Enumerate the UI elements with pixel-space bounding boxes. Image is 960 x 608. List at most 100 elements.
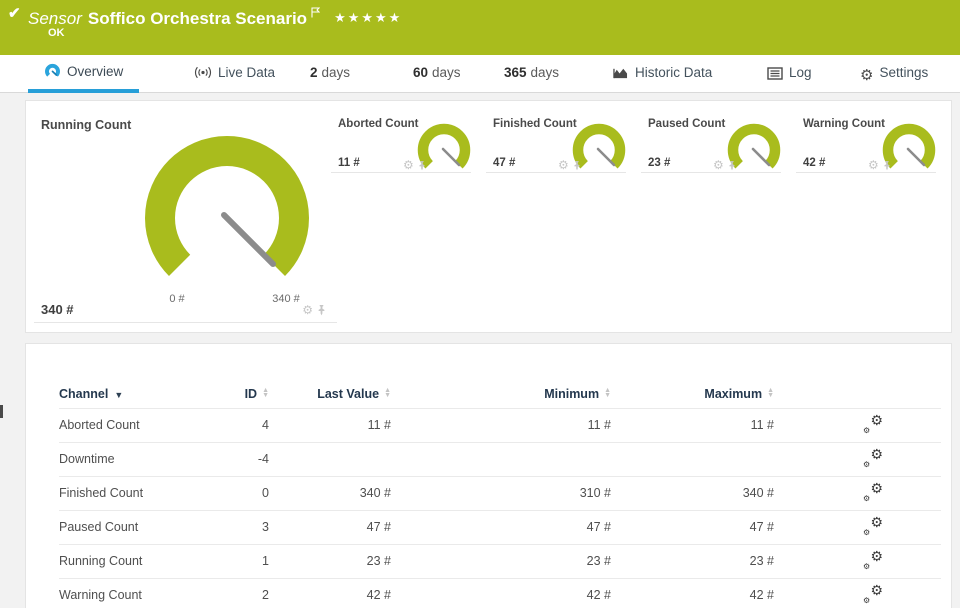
widget-settings-gear-icon[interactable]: ⚙︎ [302, 304, 313, 316]
channel-settings-gears-icon[interactable]: ⚙︎ ⚙︎ [863, 480, 883, 503]
channel-settings-gears-icon[interactable]: ⚙︎ ⚙︎ [863, 446, 883, 469]
gauge-value: 42 # [803, 157, 826, 169]
channel-minimum: 310 # [391, 475, 611, 510]
sort-desc-icon: ▼ [114, 389, 124, 400]
channel-maximum: 23 # [611, 543, 774, 578]
table-row[interactable]: Aborted Count 4 11 # 11 # 11 # ⚙︎ ⚙︎ [59, 407, 941, 442]
widget-settings-gear-icon[interactable]: ⚙︎ [403, 159, 414, 171]
sensor-status-badge: OK [48, 27, 65, 39]
table-row[interactable]: Finished Count 0 340 # 310 # 340 # ⚙︎ ⚙︎ [59, 475, 941, 510]
tab-unit: days [432, 65, 461, 80]
tab-bar: Overview Live Data 2 days 60 days 365 days … [0, 55, 960, 93]
broadcast-icon [194, 58, 212, 94]
channel-maximum: 42 # [611, 577, 774, 608]
widget-pin-icon[interactable] [883, 160, 891, 171]
tab-log[interactable]: Log [763, 55, 816, 93]
tab-live-data[interactable]: Live Data [190, 55, 279, 93]
channel-minimum: 11 # [391, 407, 611, 442]
gauge-title: Running Count [41, 118, 132, 132]
area-chart-icon [612, 58, 629, 94]
widget-settings-gear-icon[interactable]: ⚙︎ [558, 159, 569, 171]
sensor-status-banner: ✔ Sensor Soffico Orchestra Scenario ★★★★★ … [0, 0, 960, 55]
channel-last-value [269, 441, 391, 476]
sort-icon: ▲ ▼ [604, 386, 611, 399]
tab-2-days[interactable]: 2 days [306, 55, 354, 93]
tab-label: Settings [879, 65, 929, 80]
gauge-widget-warning-count: Warning Count 42 # ⚙︎ [796, 111, 936, 173]
gauge-title: Finished Count [493, 118, 577, 130]
column-header-minimum[interactable]: Minimum ▲ ▼ [391, 380, 611, 408]
widget-settings-gear-icon[interactable]: ⚙︎ [713, 159, 724, 171]
channel-id: 3 [209, 509, 269, 544]
gauge-value: 340 # [41, 302, 74, 317]
column-header-last-value[interactable]: Last Value ▲ ▼ [269, 380, 391, 408]
gauge-widget-running-count: Running Count 0 # 340 # 340 # ⚙︎ [34, 111, 337, 323]
channel-name: Finished Count [59, 475, 209, 510]
widget-pin-icon[interactable] [317, 304, 326, 316]
channel-settings-gears-icon[interactable]: ⚙︎ ⚙︎ [863, 412, 883, 435]
column-header-id[interactable]: ID ▲ ▼ [209, 380, 269, 408]
channel-maximum: 340 # [611, 475, 774, 510]
gauge-widget-paused-count: Paused Count 23 # ⚙︎ [641, 111, 781, 173]
table-header-row: Channel ▼ ID ▲ ▼ Last Value ▲ ▼ Minimum ▲ ▼ Max… [59, 380, 941, 408]
channel-settings-gears-icon[interactable]: ⚙︎ ⚙︎ [863, 514, 883, 537]
channel-last-value: 23 # [269, 543, 391, 578]
column-header-maximum[interactable]: Maximum ▲ ▼ [611, 380, 774, 408]
log-icon [767, 58, 783, 94]
gauge-widget-finished-count: Finished Count 47 # ⚙︎ [486, 111, 626, 173]
channels-panel: Channel ▼ ID ▲ ▼ Last Value ▲ ▼ Minimum ▲ ▼ Max… [25, 343, 952, 608]
tab-overview[interactable]: Overview [28, 55, 140, 93]
gauge-value: 23 # [648, 157, 671, 169]
prtg-sensor-page: ✔ Sensor Soffico Orchestra Scenario ★★★★★ … [0, 0, 960, 608]
widget-pin-icon[interactable] [418, 160, 426, 171]
channel-id: 0 [209, 475, 269, 510]
gauge-title: Warning Count [803, 118, 885, 130]
tab-365-days[interactable]: 365 days [500, 55, 563, 93]
widget-pin-icon[interactable] [728, 160, 736, 171]
tab-number: 2 [310, 65, 318, 80]
gauge-widget-aborted-count: Aborted Count 11 # ⚙︎ [331, 111, 471, 173]
sensor-title: Soffico Orchestra Scenario [87, 9, 308, 28]
channel-minimum [391, 441, 611, 476]
tab-60-days[interactable]: 60 days [409, 55, 465, 93]
table-row[interactable]: Paused Count 3 47 # 47 # 47 # ⚙︎ ⚙︎ [59, 509, 941, 544]
channels-table: Channel ▼ ID ▲ ▼ Last Value ▲ ▼ Minimum ▲ ▼ Max… [59, 380, 941, 608]
table-row[interactable]: Running Count 1 23 # 23 # 23 # ⚙︎ ⚙︎ [59, 543, 941, 578]
channel-minimum: 23 # [391, 543, 611, 578]
channel-maximum [611, 441, 774, 476]
widget-settings-gear-icon[interactable]: ⚙︎ [868, 159, 879, 171]
tab-unit: days [530, 65, 560, 80]
channel-last-value: 11 # [269, 407, 391, 442]
gauge-value: 47 # [493, 157, 516, 169]
object-kind-label: Sensor [28, 9, 82, 28]
tab-label: Live Data [218, 65, 276, 80]
channel-id: 2 [209, 577, 269, 608]
channel-minimum: 42 # [391, 577, 611, 608]
gauge-chart [145, 136, 309, 276]
gauges-panel: Running Count 0 # 340 # 340 # ⚙︎ Aborted… [25, 100, 952, 333]
channel-id: -4 [209, 441, 269, 476]
channel-last-value: 340 # [269, 475, 391, 510]
channel-minimum: 47 # [391, 509, 611, 544]
tab-label: Overview [67, 64, 124, 79]
column-header-channel[interactable]: Channel ▼ [59, 380, 209, 408]
tab-historic-data[interactable]: Historic Data [608, 55, 716, 93]
channel-last-value: 47 # [269, 509, 391, 544]
table-row[interactable]: Downtime -4 ⚙︎ ⚙︎ [59, 441, 941, 476]
priority-stars[interactable]: ★★★★★ [334, 10, 402, 25]
channel-settings-gears-icon[interactable]: ⚙︎ ⚙︎ [863, 548, 883, 571]
widget-pin-icon[interactable] [573, 160, 581, 171]
tab-label: Log [789, 65, 812, 80]
tab-settings[interactable]: ⚙︎ Settings [856, 55, 932, 93]
table-row[interactable]: Warning Count 2 42 # 42 # 42 # ⚙︎ ⚙︎ [59, 577, 941, 608]
channel-settings-gears-icon[interactable]: ⚙︎ ⚙︎ [863, 582, 883, 605]
tab-label: Historic Data [635, 65, 713, 80]
gauge-title: Aborted Count [338, 118, 419, 130]
sort-icon: ▲ ▼ [262, 386, 269, 399]
sort-icon: ▲ ▼ [384, 386, 391, 399]
gauge-icon [44, 58, 61, 92]
channel-name: Downtime [59, 441, 209, 476]
channel-last-value: 42 # [269, 577, 391, 608]
channel-name: Aborted Count [59, 407, 209, 442]
tab-number: 60 [413, 65, 429, 80]
